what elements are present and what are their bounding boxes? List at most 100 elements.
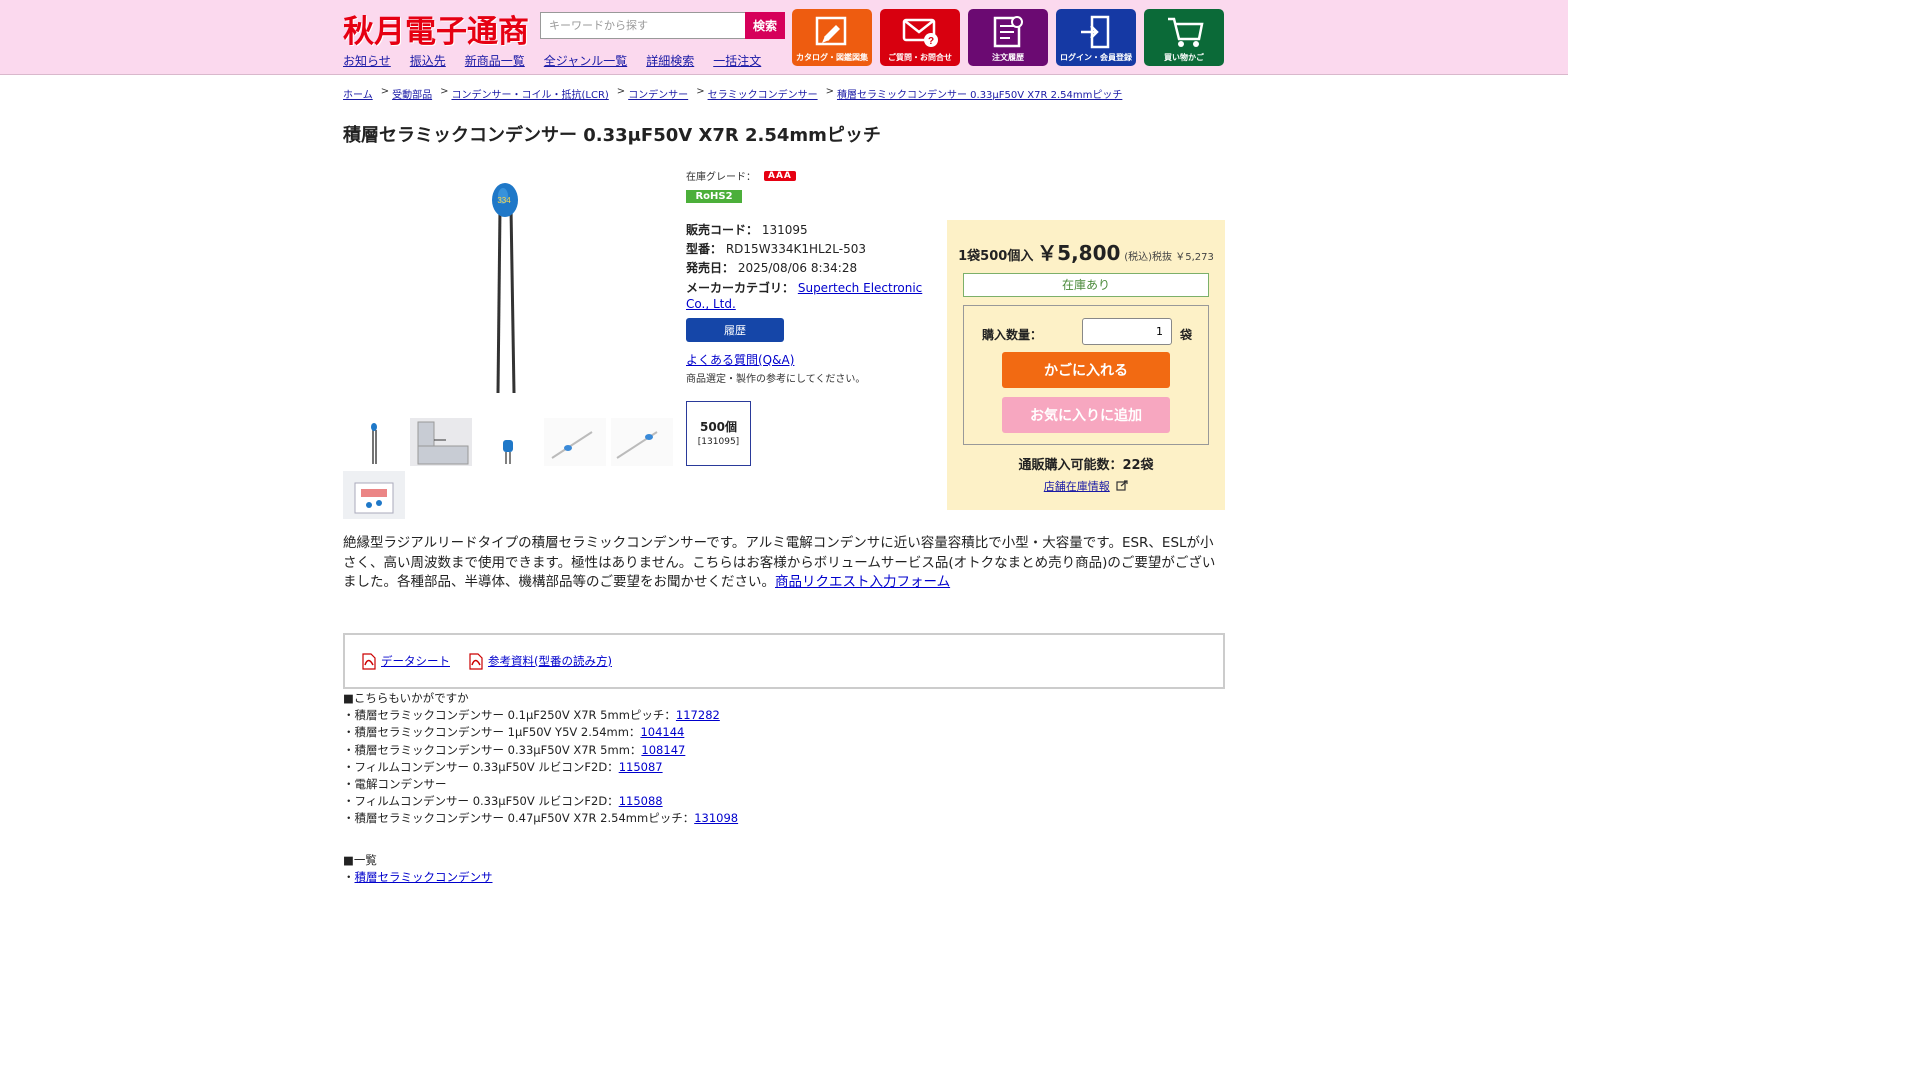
pack-unit: 1袋500個入 bbox=[958, 249, 1034, 264]
cart-tile-label: 買い物かご bbox=[1164, 53, 1204, 62]
capacitor-marking: 334 bbox=[497, 196, 511, 205]
related-item-text: ・積層セラミックコンデンサー 0.47μF50V X7R 2.54mmピッチ： bbox=[343, 811, 695, 826]
breadcrumb-home[interactable]: ホーム bbox=[343, 86, 373, 101]
maker-label: メーカーカテゴリ： bbox=[686, 281, 795, 295]
breadcrumb-current[interactable]: 積層セラミックコンデンサー 0.33μF50V X7R 2.54mmピッチ bbox=[837, 86, 1122, 101]
list-item: ・積層セラミックコンデンサ bbox=[343, 869, 493, 886]
add-to-favorites-button[interactable]: お気に入りに追加 bbox=[1002, 397, 1170, 433]
datasheet-item: データシート bbox=[361, 652, 450, 670]
related-item-link[interactable]: 104144 bbox=[640, 725, 684, 739]
purchase-box: 1袋500個入 ￥5,800 (税込)税抜 ￥5,273 在庫あり 購入数量： … bbox=[947, 220, 1225, 510]
release-row: 発売日： 2025/08/06 8:34:28 bbox=[686, 259, 931, 278]
spec-list: 販売コード： 131095 型番： RD15W334K1HL2L-503 発売日… bbox=[686, 221, 931, 312]
thumbnail[interactable] bbox=[477, 418, 539, 466]
breadcrumb-lcr[interactable]: コンデンサー・コイル・抵抗(LCR) bbox=[451, 86, 608, 101]
store-stock-link[interactable]: 店舗在庫情報 bbox=[1044, 480, 1110, 493]
category-list: ■一覧 ・積層セラミックコンデンサ bbox=[343, 852, 493, 886]
nav-advanced-search[interactable]: 詳細検索 bbox=[646, 52, 694, 69]
thumbnail[interactable] bbox=[410, 418, 472, 466]
documents-box: データシート 参考資料(型番の読み方) bbox=[343, 633, 1225, 689]
contact-tile[interactable]: ? ご質問・お問合せ bbox=[880, 9, 960, 66]
add-to-cart-button[interactable]: かごに入れる bbox=[1002, 352, 1170, 388]
related-item-link[interactable]: 115087 bbox=[619, 760, 663, 774]
variant-code: [131095] bbox=[697, 437, 740, 447]
related-item-text: ・積層セラミックコンデンサー 0.1μF250V X7R 5mmピッチ： bbox=[343, 708, 676, 723]
stock-status: 在庫あり bbox=[963, 273, 1209, 297]
header-nav: お知らせ 振込先 新商品一覧 全ジャンル一覧 詳細検索 一括注文 bbox=[343, 52, 761, 69]
product-description: 絶縁型ラジアルリードタイプの積層セラミックコンデンサーです。アルミ電解コンデンサ… bbox=[343, 534, 1225, 593]
login-tile-label: ログイン・会員登録 bbox=[1060, 53, 1132, 62]
breadcrumb-separator: > bbox=[696, 86, 705, 97]
reference-link[interactable]: 参考資料(型番の読み方) bbox=[488, 653, 612, 669]
cart-tile[interactable]: 買い物かご bbox=[1144, 9, 1224, 66]
variant-option[interactable]: 500個 [131095] bbox=[686, 401, 751, 466]
related-item-link[interactable]: 117282 bbox=[676, 708, 720, 722]
sales-code-value: 131095 bbox=[761, 223, 808, 237]
category-link[interactable]: 積層セラミックコンデンサ bbox=[355, 870, 493, 884]
breadcrumb-ceramic[interactable]: セラミックコンデンサー bbox=[708, 86, 818, 101]
nav-all-genres[interactable]: 全ジャンル一覧 bbox=[544, 52, 627, 69]
breadcrumb-separator: > bbox=[825, 86, 834, 97]
related-item-link[interactable]: 108147 bbox=[641, 743, 685, 757]
quantity-unit: 袋 bbox=[1180, 328, 1193, 342]
quantity-input[interactable] bbox=[1082, 318, 1172, 345]
nav-bank-transfer[interactable]: 振込先 bbox=[410, 52, 446, 69]
catalog-icon bbox=[815, 16, 847, 46]
rohs-badge: RoHS2 bbox=[686, 190, 742, 203]
price-row: 1袋500個入 ￥5,800 (税込)税抜 ￥5,273 bbox=[947, 237, 1225, 266]
related-item-text: ・フィルムコンデンサー 0.33μF50V ルビコンF2D： bbox=[343, 794, 619, 809]
catalog-tile[interactable]: カタログ・図鑑図集 bbox=[792, 9, 872, 66]
nav-new-products[interactable]: 新商品一覧 bbox=[465, 52, 525, 69]
external-link-icon bbox=[1116, 480, 1128, 491]
available-quantity: 通販購入可能数：22袋 bbox=[1018, 458, 1154, 473]
search-input[interactable] bbox=[540, 12, 745, 39]
release-label: 発売日： bbox=[686, 261, 735, 275]
stock-grade: 在庫グレード： AAA bbox=[686, 168, 931, 183]
breadcrumb-passive[interactable]: 受動部品 bbox=[392, 86, 432, 101]
store-stock: 店舗在庫情報 bbox=[947, 478, 1225, 494]
svg-text:?: ? bbox=[928, 36, 934, 47]
login-tile[interactable]: ログイン・会員登録 bbox=[1056, 9, 1136, 66]
product-request-link[interactable]: 商品リクエスト入力フォーム bbox=[775, 574, 950, 590]
related-item-text: ・積層セラミックコンデンサー 1μF50V Y5V 2.54mm： bbox=[343, 725, 641, 740]
related-item-text: ・積層セラミックコンデンサー 0.33μF50V X7R 5mm： bbox=[343, 742, 642, 757]
order-history-tile[interactable]: 注文履歴 bbox=[968, 9, 1048, 66]
list-item: ・電解コンデンサー bbox=[343, 776, 738, 793]
nav-news[interactable]: お知らせ bbox=[343, 52, 391, 69]
site-header: 秋月電子通商 検索 お知らせ 振込先 新商品一覧 全ジャンル一覧 詳細検索 一括… bbox=[0, 0, 1568, 75]
list-item: ・積層セラミックコンデンサー 0.33μF50V X7R 5mm：108147 bbox=[343, 742, 738, 759]
catalog-tile-label: カタログ・図鑑図集 bbox=[796, 53, 868, 62]
site-logo[interactable]: 秋月電子通商 bbox=[343, 6, 529, 51]
model-value: RD15W334K1HL2L-503 bbox=[725, 242, 867, 256]
related-item-link[interactable]: 131098 bbox=[694, 811, 738, 825]
related-item-link[interactable]: 115088 bbox=[619, 794, 663, 808]
datasheet-link[interactable]: データシート bbox=[381, 653, 450, 669]
tax-note: (税込)税抜 ￥5,273 bbox=[1124, 252, 1214, 263]
nav-bulk-order[interactable]: 一括注文 bbox=[713, 52, 761, 69]
thumbnail[interactable] bbox=[343, 418, 405, 466]
search-button[interactable]: 検索 bbox=[745, 12, 785, 39]
page-title: 積層セラミックコンデンサー 0.33μF50V X7R 2.54mmピッチ bbox=[343, 125, 881, 146]
faq-link[interactable]: よくある質問(Q&A) bbox=[686, 353, 794, 367]
thumbnail[interactable] bbox=[544, 418, 606, 466]
list-item: ・積層セラミックコンデンサー 1μF50V Y5V 2.54mm：104144 bbox=[343, 724, 738, 741]
mail-question-icon: ? bbox=[902, 18, 938, 47]
release-value: 2025/08/06 8:34:28 bbox=[737, 261, 858, 275]
stock-grade-badge: AAA bbox=[764, 170, 796, 181]
thumbnail[interactable] bbox=[343, 471, 405, 519]
list-item: ・積層セラミックコンデンサー 0.47μF50V X7R 2.54mmピッチ：1… bbox=[343, 810, 738, 827]
history-button[interactable]: 履歴 bbox=[686, 318, 784, 342]
login-icon bbox=[1081, 15, 1110, 49]
list-item: ・積層セラミックコンデンサー 0.1μF250V X7R 5mmピッチ：1172… bbox=[343, 707, 738, 724]
contact-tile-label: ご質問・お問合せ bbox=[888, 53, 952, 62]
model-label: 型番： bbox=[686, 242, 723, 256]
breadcrumb-capacitor[interactable]: コンデンサー bbox=[628, 86, 688, 101]
sales-code-row: 販売コード： 131095 bbox=[686, 221, 931, 240]
related-item-text: ・フィルムコンデンサー 0.33μF50V ルビコンF2D： bbox=[343, 759, 619, 774]
variant-qty: 500個 bbox=[699, 420, 738, 434]
search-bar: 検索 bbox=[540, 12, 785, 39]
order-history-icon bbox=[993, 16, 1023, 48]
product-main-image[interactable]: 334 bbox=[343, 168, 673, 408]
list-item: ・フィルムコンデンサー 0.33μF50V ルビコンF2D：115087 bbox=[343, 759, 738, 776]
thumbnail[interactable] bbox=[611, 418, 673, 466]
